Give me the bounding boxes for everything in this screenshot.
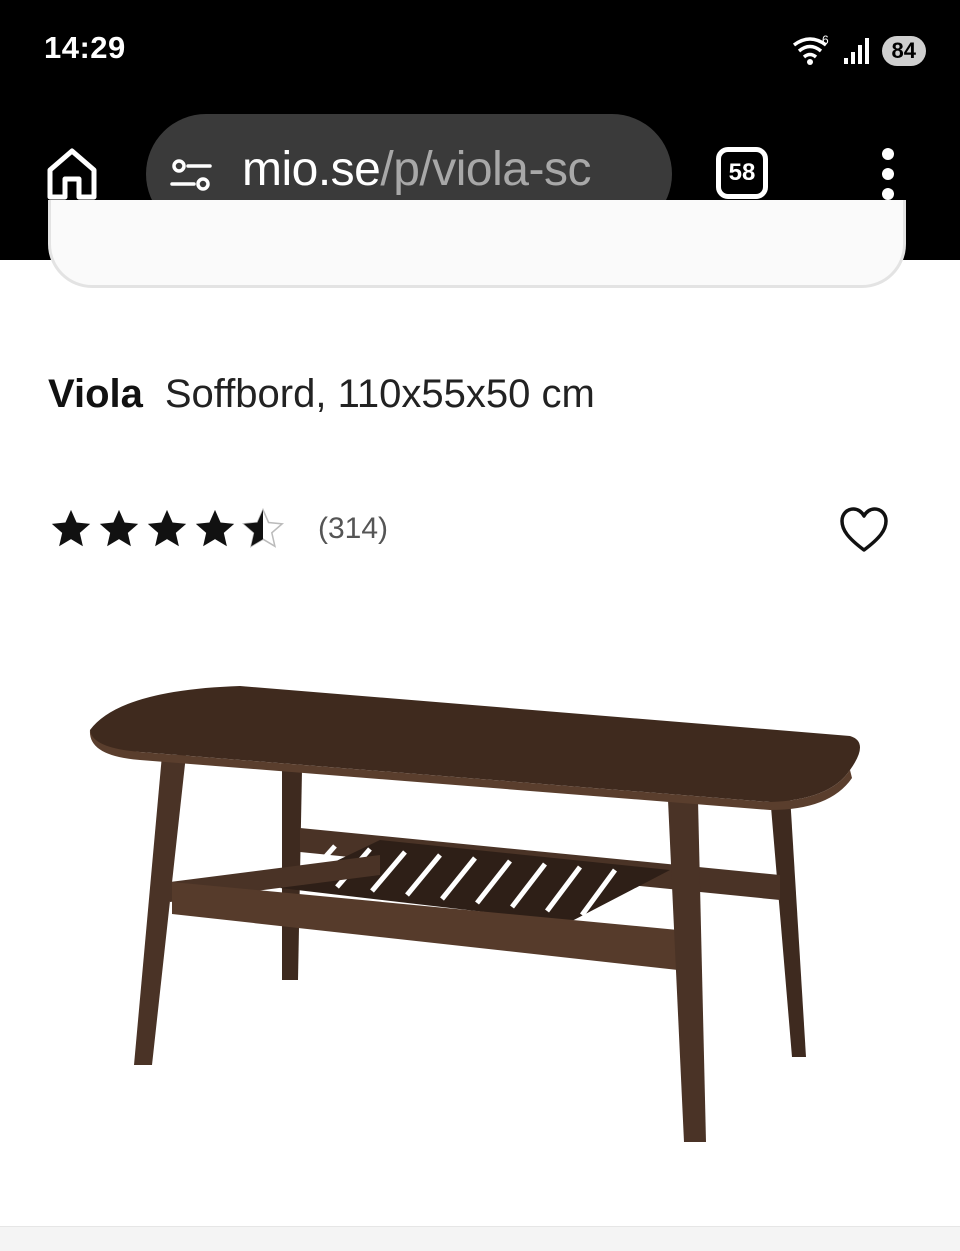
star-icon [195,509,235,547]
search-field-remnant[interactable] [48,200,906,288]
product-title: Viola Soffbord, 110x55x50 cm [48,372,595,417]
half-star-icon [241,507,285,548]
signal-icon [843,38,869,64]
tune-icon[interactable] [166,152,216,202]
status-time: 14:29 [44,30,126,65]
svg-text:6: 6 [822,35,829,47]
product-rating[interactable]: (314) [48,506,388,552]
product-subtitle: Soffbord, 110x55x50 cm [164,372,595,416]
star-icon [99,509,139,547]
url-text[interactable]: mio.se/p/viola-sc [242,142,652,197]
url-path: /p/viola-sc [380,143,591,196]
home-icon [47,148,97,200]
status-bar: 14:29 6 84 [0,0,960,100]
home-button[interactable] [42,143,102,203]
star-icon [147,509,187,547]
heart-icon [840,507,888,552]
more-vert-icon[interactable] [872,148,904,204]
product-brand: Viola [48,372,143,416]
bottom-edge [0,1226,960,1251]
tab-switcher-button[interactable]: 58 [716,147,768,199]
status-icons: 6 84 [790,34,926,68]
url-host: mio.se [242,143,381,196]
wishlist-button[interactable] [838,505,890,555]
coffee-table-image[interactable] [80,670,880,1160]
wifi-icon: 6 [792,35,829,65]
review-count[interactable]: (314) [318,512,388,546]
battery-indicator: 84 [881,36,926,66]
star-icon [51,509,91,547]
